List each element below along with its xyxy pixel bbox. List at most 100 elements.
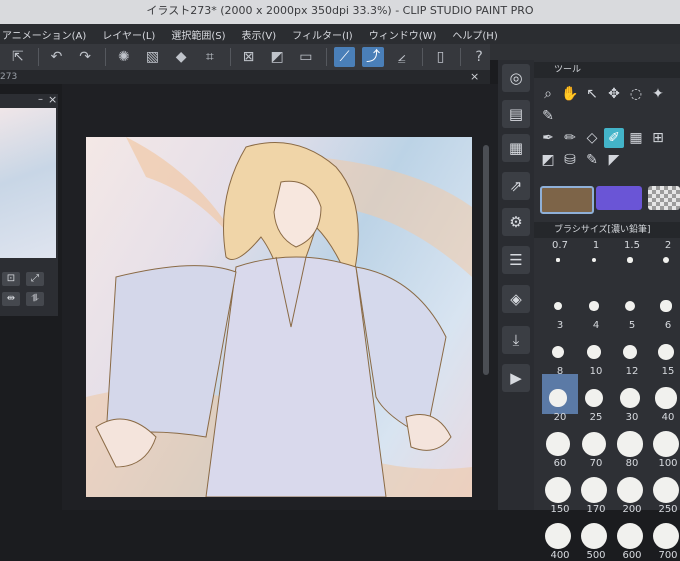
snap-grid-icon[interactable]: ⦤ — [391, 47, 413, 67]
brush-size-dot[interactable] — [556, 258, 560, 262]
figure-icon[interactable]: ⊞ — [648, 128, 668, 148]
brush-size-dot[interactable] — [554, 302, 562, 310]
timeline-panel-icon[interactable]: ▶ — [502, 364, 530, 392]
redo-icon[interactable]: ↷ — [74, 47, 96, 67]
snap-special-ruler-icon[interactable]: ⤴ — [362, 47, 384, 67]
layer-property-panel-icon[interactable]: ☰ — [502, 246, 530, 274]
navigator-thumbnail[interactable] — [0, 108, 56, 258]
snap-ruler-icon[interactable]: ⟋ — [333, 47, 356, 67]
brush-size-dot[interactable] — [660, 300, 672, 312]
eyedropper-icon[interactable]: ✎ — [538, 106, 558, 126]
fill-icon[interactable]: ◆ — [170, 47, 192, 67]
brush-size-label: 1.5 — [624, 240, 640, 251]
menu-help[interactable]: ヘルプ(H) — [452, 27, 497, 42]
animation-panel-icon[interactable]: ▤ — [502, 100, 530, 128]
brush-size-dot[interactable] — [627, 257, 633, 263]
gradient-icon[interactable]: ◩ — [538, 150, 558, 170]
bucket-icon[interactable]: ⛁ — [560, 150, 580, 170]
loading-icon[interactable]: ✺ — [113, 47, 135, 67]
brush-size-dot[interactable] — [581, 431, 607, 457]
brush-size-dot[interactable] — [653, 431, 679, 457]
menu-layer[interactable]: レイヤー(L) — [102, 27, 155, 42]
brush-size-dot[interactable] — [617, 431, 643, 457]
main-color-swatch[interactable] — [540, 186, 594, 214]
brush-size-dot[interactable] — [653, 523, 679, 549]
undo-icon[interactable]: ↶ — [46, 47, 68, 67]
brush-size-dot[interactable] — [620, 388, 640, 408]
show-selection-icon[interactable]: ▭ — [295, 47, 317, 67]
toolbar-divider — [105, 48, 106, 66]
minimize-icon[interactable]: – — [38, 94, 43, 105]
frame-icon[interactable]: ▦ — [626, 128, 646, 148]
flip-vertical-icon[interactable]: ⥮ — [26, 292, 44, 306]
transform-icon[interactable]: ⇱ — [7, 47, 29, 67]
invert-selection-icon[interactable]: ◩ — [266, 47, 288, 67]
export-panel-icon[interactable]: ⤓ — [502, 326, 530, 354]
brush-size-label: 10 — [589, 366, 603, 377]
brush-size-label: 500 — [586, 550, 606, 561]
move-icon[interactable]: ✥ — [604, 84, 624, 104]
deselect-icon[interactable]: ⊠ — [238, 47, 260, 67]
menu-selection[interactable]: 選択範囲(S) — [171, 27, 225, 42]
navigator-tab: 273 — [0, 72, 18, 82]
clear-icon[interactable]: ▧ — [142, 47, 164, 67]
brush-size-dot[interactable] — [545, 523, 571, 549]
brush-size-dot[interactable] — [549, 389, 567, 407]
brush-size-dot[interactable] — [617, 523, 643, 549]
brush-size-label: 400 — [550, 550, 570, 561]
rotate-icon[interactable]: ⤢ — [26, 272, 44, 286]
menu-view[interactable]: 表示(V) — [241, 27, 276, 42]
brush-icon[interactable]: ✐ — [604, 128, 624, 148]
transparent-color-swatch[interactable] — [648, 186, 680, 210]
brush-size-label: 2 — [664, 240, 672, 251]
brush-size-label: 40 — [661, 412, 675, 423]
brush-size-dot[interactable] — [592, 258, 596, 262]
brush-size-dot[interactable] — [581, 477, 607, 503]
menu-animation[interactable]: アニメーション(A) — [2, 27, 86, 42]
brush-size-label: 1 — [592, 240, 600, 251]
brush-size-label: 70 — [589, 458, 603, 469]
fit-view-icon[interactable]: ⊡ — [2, 272, 20, 286]
brush-size-dot[interactable] — [589, 301, 599, 311]
decoration-icon[interactable]: ✎ — [582, 150, 602, 170]
navigator-panel-icon[interactable]: ◎ — [502, 64, 530, 92]
brush-size-dot[interactable] — [658, 344, 674, 360]
brush-size-dot[interactable] — [545, 477, 571, 503]
correction-icon[interactable]: ◤ — [604, 150, 624, 170]
object-select-icon[interactable]: ↖ — [582, 84, 602, 104]
brush-size-label: 6 — [664, 320, 672, 331]
brush-size-dot[interactable] — [653, 477, 679, 503]
menu-filter[interactable]: フィルター(I) — [292, 27, 353, 42]
device-icon[interactable]: ▯ — [430, 47, 452, 67]
menu-window[interactable]: ウィンドウ(W) — [369, 27, 437, 42]
brush-size-dot[interactable] — [581, 523, 607, 549]
brush-size-dot[interactable] — [655, 387, 677, 409]
close-icon[interactable]: × — [470, 70, 479, 83]
layer-panel-icon[interactable]: ◈ — [502, 285, 530, 313]
pen-icon[interactable]: ✒ — [538, 128, 558, 148]
tool-property-panel-icon[interactable]: ⚙ — [502, 208, 530, 236]
illustration-sketch — [86, 137, 472, 497]
tool-panel-title: ツール — [534, 62, 680, 78]
canvas-vertical-scrollbar[interactable] — [483, 145, 489, 375]
brush-size-dot[interactable] — [617, 477, 643, 503]
brush-size-title: ブラシサイズ[濃い鉛筆] — [534, 222, 680, 238]
canvas-artwork[interactable] — [86, 137, 472, 497]
brush-size-dot[interactable] — [546, 432, 570, 456]
brush-size-dot[interactable] — [587, 345, 601, 359]
sub-color-swatch[interactable] — [596, 186, 642, 210]
material-panel-icon[interactable]: ▦ — [502, 134, 530, 162]
hand-icon[interactable]: ✋ — [560, 84, 580, 104]
sub-tool-panel-icon[interactable]: ⇗ — [502, 172, 530, 200]
crop-icon[interactable]: ⌗ — [199, 47, 221, 67]
brush-size-label: 20 — [553, 412, 567, 423]
lasso-icon[interactable]: ◌ — [626, 84, 646, 104]
eraser-icon[interactable]: ◇ — [582, 128, 602, 148]
zoom-icon[interactable]: ⌕ — [538, 84, 558, 104]
pencil-icon[interactable]: ✏ — [560, 128, 580, 148]
flip-horizontal-icon[interactable]: ⇹ — [2, 292, 20, 306]
brush-size-label: 0.7 — [552, 240, 568, 251]
magic-wand-icon[interactable]: ✦ — [648, 84, 668, 104]
help-icon[interactable]: ? — [468, 47, 490, 67]
close-icon[interactable]: × — [48, 93, 57, 106]
